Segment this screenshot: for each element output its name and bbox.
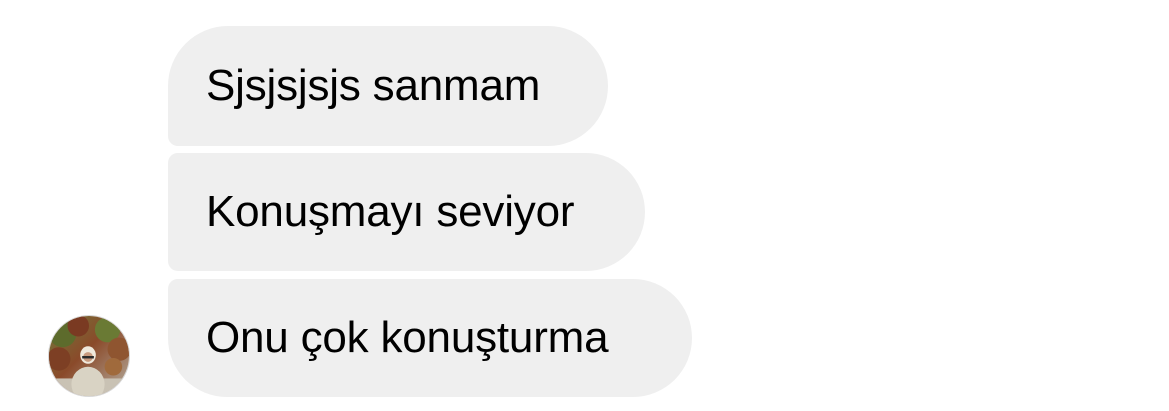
message-thread: Sjsjsjsjs sanmam Konuşmayı seviyor Onu ç… [0,0,1169,411]
profile-photo-icon [49,316,129,396]
message-bubble[interactable]: Konuşmayı seviyor [168,153,645,271]
message-bubble[interactable]: Onu çok konuşturma [168,279,692,397]
message-text: Konuşmayı seviyor [206,187,575,236]
message-bubble[interactable]: Sjsjsjsjs sanmam [168,26,608,146]
sender-avatar[interactable] [48,315,130,397]
message-text: Sjsjsjsjs sanmam [206,61,541,110]
message-text: Onu çok konuşturma [206,313,609,362]
